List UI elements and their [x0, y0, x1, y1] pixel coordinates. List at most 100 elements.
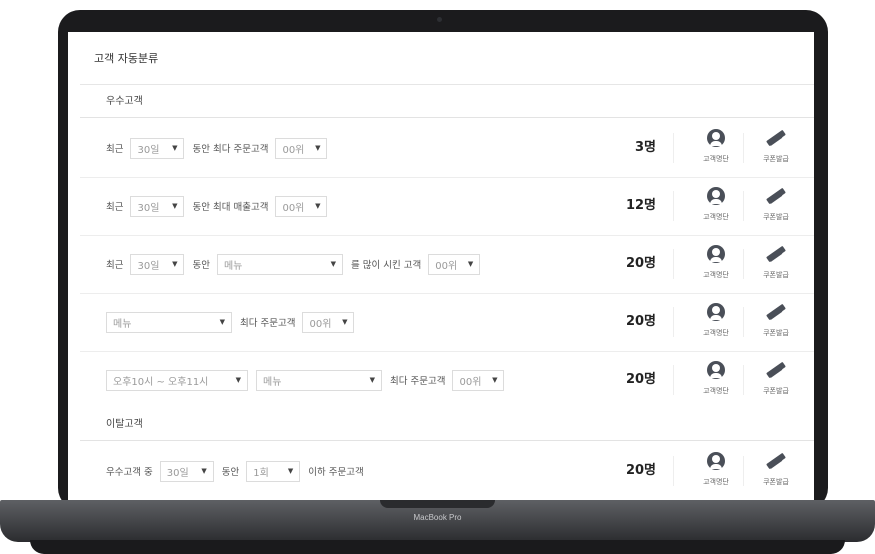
customer-list-button[interactable]: 고객명단 [686, 129, 746, 169]
rank-select[interactable]: 00위 ▼ [275, 195, 328, 217]
rule-row-menu-orders: 메뉴 ▼ 최다 주문고객 00위 ▼ 20명 고객명단 쿠폰발급 [80, 293, 814, 352]
divider [743, 365, 744, 395]
rule-row-top-menu: 최근 30일 ▼ 동안 메뉴 ▼ 를 많이 시킨 고객 00위 ▼ 20명 고객명단 … [80, 235, 814, 294]
person-icon [707, 245, 725, 263]
dropdown-arrow-icon: ▼ [201, 467, 207, 475]
divider [673, 456, 674, 486]
coupon-icon [765, 303, 787, 321]
rule-conditions: 오후10시 ~ 오후11시 ▼ 메뉴 ▼ 최다 주문고객 00위 ▼ [106, 351, 512, 409]
rule-conditions: 메뉴 ▼ 최다 주문고객 00위 ▼ [106, 293, 362, 351]
rule-text: 최근 [106, 202, 124, 213]
frequency-select[interactable]: 1회 ▼ [246, 460, 301, 482]
rule-text: 최근 [106, 260, 124, 271]
period-select[interactable]: 30일 ▼ [130, 195, 185, 217]
dropdown-arrow-icon: ▼ [342, 318, 348, 326]
divider [743, 191, 744, 221]
section-vip-customers: 우수고객 [80, 86, 814, 118]
coupon-icon [765, 361, 787, 379]
person-icon [707, 452, 725, 470]
coupon-icon [765, 245, 787, 263]
customer-list-button[interactable]: 고객명단 [686, 452, 746, 492]
time-range-select[interactable]: 오후10시 ~ 오후11시 ▼ [106, 369, 248, 391]
coupon-icon [765, 452, 787, 470]
divider [673, 249, 674, 279]
title-divider [80, 84, 814, 85]
rule-text: 동안 최대 매출고객 [192, 202, 269, 213]
person-icon [707, 187, 725, 205]
coupon-icon [765, 187, 787, 205]
rule-row-churn: 우수고객 중 30일 ▼ 동안 1회 ▼ 이하 주문고객 20명 고객명단 쿠폰발급 [80, 442, 814, 500]
rank-select[interactable]: 00위 ▼ [275, 137, 328, 159]
rule-conditions: 최근 30일 ▼ 동안 메뉴 ▼ 를 많이 시킨 고객 00위 ▼ [106, 235, 488, 293]
customer-count: 20명 [625, 314, 656, 329]
dropdown-arrow-icon: ▼ [492, 376, 498, 384]
person-icon [707, 361, 725, 379]
person-icon [707, 303, 725, 321]
rule-text: 최근 [106, 144, 124, 155]
rank-select[interactable]: 00위 ▼ [302, 311, 355, 333]
customer-list-button[interactable]: 고객명단 [686, 361, 746, 401]
period-select[interactable]: 30일 ▼ [159, 460, 214, 482]
coupon-issue-button[interactable]: 쿠폰발급 [746, 361, 806, 401]
divider [673, 191, 674, 221]
coupon-issue-button[interactable]: 쿠폰발급 [746, 187, 806, 227]
rule-text: 동안 최다 주문고객 [192, 144, 269, 155]
rank-select[interactable]: 00위 ▼ [428, 253, 481, 275]
period-select[interactable]: 30일 ▼ [130, 253, 185, 275]
period-select[interactable]: 30일 ▼ [130, 137, 185, 159]
page-title: 고객 자동분류 [94, 52, 159, 65]
rule-text: 최다 주문고객 [390, 376, 446, 387]
rule-text: 최다 주문고객 [240, 318, 296, 329]
rule-text: 이하 주문고객 [308, 467, 364, 478]
rule-conditions: 최근 30일 ▼ 동안 최대 매출고객 00위 ▼ [106, 177, 335, 235]
dropdown-arrow-icon: ▼ [315, 144, 321, 152]
rule-text: 를 많이 시킨 고객 [350, 260, 422, 271]
customer-list-button[interactable]: 고객명단 [686, 245, 746, 285]
rule-row-top-sales: 최근 30일 ▼ 동안 최대 매출고객 00위 ▼ 12명 고객명단 쿠폰발급 [80, 177, 814, 236]
dropdown-arrow-icon: ▼ [287, 467, 294, 475]
dropdown-arrow-icon: ▼ [467, 260, 474, 268]
dropdown-arrow-icon: ▼ [172, 144, 178, 152]
menu-select[interactable]: 메뉴 ▼ [256, 369, 382, 391]
dropdown-arrow-icon: ▼ [219, 318, 225, 326]
menu-select[interactable]: 메뉴 ▼ [106, 311, 232, 333]
divider [673, 307, 674, 337]
customer-count: 20명 [625, 372, 656, 387]
coupon-issue-button[interactable]: 쿠폰발급 [746, 452, 806, 492]
customer-count: 12명 [625, 198, 656, 213]
rule-conditions: 최근 30일 ▼ 동안 최다 주문고객 00위 ▼ [106, 119, 335, 177]
coupon-issue-button[interactable]: 쿠폰발급 [746, 303, 806, 343]
divider [743, 456, 744, 486]
dropdown-arrow-icon: ▼ [369, 376, 375, 384]
dropdown-arrow-icon: ▼ [315, 202, 321, 210]
camera-dot [437, 17, 442, 22]
person-icon [707, 129, 725, 147]
customer-count: 3명 [634, 140, 656, 155]
device-label: MacBook Pro [413, 513, 462, 522]
rule-row-time-menu: 오후10시 ~ 오후11시 ▼ 메뉴 ▼ 최다 주문고객 00위 ▼ 20명 고객명단… [80, 351, 814, 409]
divider [673, 133, 674, 163]
laptop-notch [380, 500, 495, 508]
dropdown-arrow-icon: ▼ [330, 260, 336, 268]
customer-list-button[interactable]: 고객명단 [686, 187, 746, 227]
app-screen: 고객 자동분류 우수고객 최근 30일 ▼ 동안 최다 주문고객 00위 ▼ 3명 … [68, 32, 814, 500]
divider [743, 307, 744, 337]
menu-select[interactable]: 메뉴 ▼ [216, 253, 343, 275]
divider [743, 133, 744, 163]
divider [743, 249, 744, 279]
coupon-issue-button[interactable]: 쿠폰발급 [746, 129, 806, 169]
rule-conditions: 우수고객 중 30일 ▼ 동안 1회 ▼ 이하 주문고객 [106, 442, 371, 500]
rule-text: 우수고객 중 [106, 467, 153, 478]
dropdown-arrow-icon: ▼ [172, 260, 178, 268]
customer-count: 20명 [625, 463, 656, 478]
section-churn-customers: 이탈고객 [80, 409, 814, 441]
divider [673, 365, 674, 395]
dropdown-arrow-icon: ▼ [172, 202, 178, 210]
customer-count: 20명 [625, 256, 656, 271]
coupon-issue-button[interactable]: 쿠폰발급 [746, 245, 806, 285]
dropdown-arrow-icon: ▼ [235, 376, 241, 384]
rule-row-top-orders: 최근 30일 ▼ 동안 최다 주문고객 00위 ▼ 3명 고객명단 쿠폰발급 [80, 119, 814, 178]
rank-select[interactable]: 00위 ▼ [452, 369, 505, 391]
customer-list-button[interactable]: 고객명단 [686, 303, 746, 343]
laptop-foot [30, 540, 845, 554]
